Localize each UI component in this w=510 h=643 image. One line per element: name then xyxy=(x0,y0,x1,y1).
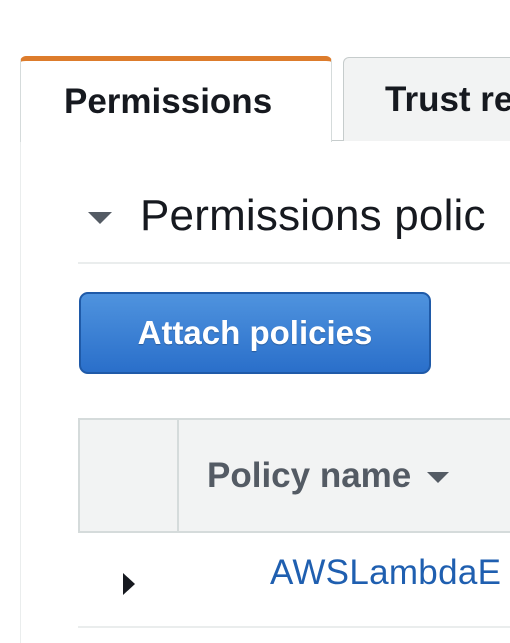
tab-permissions[interactable]: Permissions xyxy=(20,56,332,142)
section-title: Permissions polic xyxy=(140,191,486,240)
permissions-policies-toggle[interactable]: Permissions polic xyxy=(88,186,486,246)
attach-policies-button-label: Attach policies xyxy=(137,314,373,351)
column-header-policy-name[interactable]: Policy name xyxy=(207,420,450,531)
column-header-select xyxy=(80,420,179,531)
tab-trust-relationships[interactable]: Trust re xyxy=(343,57,510,141)
table-row: AWSLambdaE xyxy=(78,533,510,628)
policy-name-link[interactable]: AWSLambdaE xyxy=(270,553,501,593)
column-header-policy-name-label: Policy name xyxy=(207,455,412,495)
section-divider xyxy=(78,262,510,264)
caret-down-icon xyxy=(88,212,112,224)
tab-permissions-label: Permissions xyxy=(64,81,273,121)
panel-border xyxy=(20,140,21,643)
attach-policies-button[interactable]: Attach policies xyxy=(79,292,431,374)
sort-caret-down-icon xyxy=(427,472,450,483)
tab-trust-relationships-label: Trust re xyxy=(385,79,510,119)
iam-role-permissions-view: Trust re Permissions Permissions polic A… xyxy=(0,0,510,643)
caret-right-icon[interactable] xyxy=(123,573,135,595)
policies-table-header: Policy name xyxy=(78,418,510,533)
